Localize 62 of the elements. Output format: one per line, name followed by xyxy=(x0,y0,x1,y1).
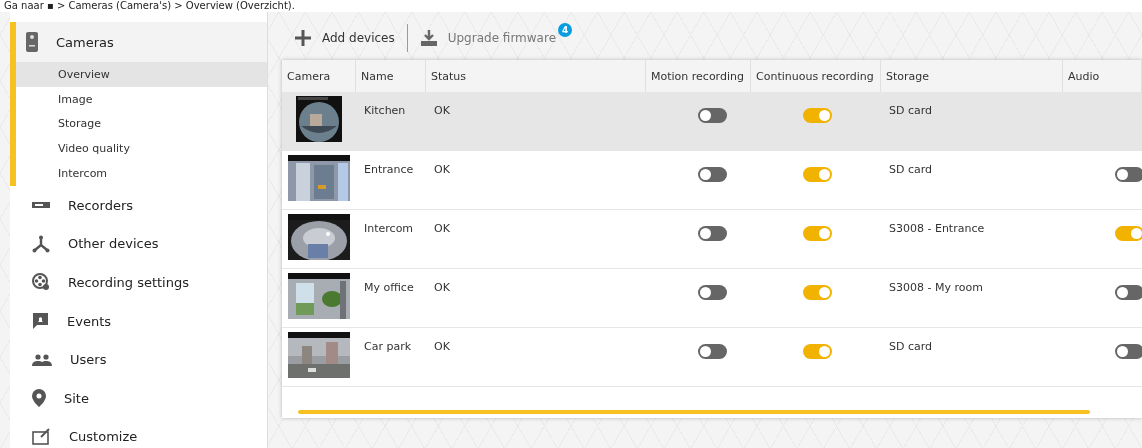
sidebar-item[interactable]: Events xyxy=(16,301,267,341)
sidebar-item[interactable]: Other devices xyxy=(16,224,267,264)
plus-icon xyxy=(294,29,312,47)
table-cell-text: Entrance xyxy=(363,162,415,178)
sidebar-item[interactable]: Recorders xyxy=(16,186,267,225)
table-row[interactable]: Intercom OK S3008 - Entrance xyxy=(282,210,1142,269)
upgrade-firmware-button[interactable]: Upgrade firmware xyxy=(415,29,561,47)
table-row[interactable]: Kitchen OK SD card xyxy=(282,92,1142,151)
table-cell-text: OK xyxy=(433,221,451,237)
network-icon xyxy=(32,234,50,253)
download-icon xyxy=(419,29,438,47)
toggle-switch[interactable] xyxy=(803,344,832,359)
table-cell-text: OK xyxy=(433,280,451,296)
table-cell-text: Kitchen xyxy=(363,103,407,119)
toggle-switch[interactable] xyxy=(1115,226,1142,241)
sidebar-subitem[interactable]: Storage xyxy=(16,111,267,137)
instruction-text: Ga naar ▪ > Cameras (Camera's) > Overview (Overzicht). xyxy=(3,0,296,12)
notification-icon xyxy=(32,312,49,331)
sidebar-item[interactable]: Site xyxy=(16,378,267,418)
toggle-switch[interactable] xyxy=(698,226,727,241)
customize-icon xyxy=(32,428,51,446)
table-row[interactable]: Entrance OK SD card xyxy=(282,151,1142,210)
table-cell-text: SD card xyxy=(888,339,934,355)
toggle-switch[interactable] xyxy=(1115,285,1142,300)
toggle-switch[interactable] xyxy=(698,167,727,182)
table-cell-text: OK xyxy=(433,162,451,178)
camera-icon xyxy=(26,32,38,52)
sidebar-subitem[interactable]: Overview xyxy=(16,62,267,87)
toggle-switch[interactable] xyxy=(803,285,832,300)
toggle-switch[interactable] xyxy=(698,108,727,123)
toggle-switch[interactable] xyxy=(803,167,832,182)
sidebar-item[interactable]: Customize xyxy=(16,417,267,448)
table-cell-text: S3008 - My room xyxy=(888,280,984,296)
scrollbar[interactable] xyxy=(298,410,1090,414)
table-row[interactable]: Car park OK SD card xyxy=(282,328,1142,387)
toggle-switch[interactable] xyxy=(803,108,832,123)
add-devices-button[interactable]: Add devices xyxy=(290,29,399,47)
sidebar-subitem[interactable]: Image xyxy=(16,86,267,112)
table-cell-text: My office xyxy=(363,280,415,296)
table-cell-text: Intercom xyxy=(363,221,415,237)
film-reel-icon xyxy=(32,273,50,292)
table-cell-text: S3008 - Entrance xyxy=(888,221,986,237)
table-cell-text: SD card xyxy=(888,162,934,178)
recorder-icon xyxy=(32,202,50,209)
sidebar-subitem[interactable]: Intercom xyxy=(16,161,267,186)
table-row[interactable]: My office OK S3008 - My room xyxy=(282,269,1142,328)
sidebar-item[interactable]: Recording settings xyxy=(16,263,267,302)
toggle-switch[interactable] xyxy=(803,226,832,241)
toggle-switch[interactable] xyxy=(698,344,727,359)
table-cell-text: OK xyxy=(433,103,451,119)
sidebar-item[interactable]: Cameras xyxy=(16,22,267,62)
toggle-switch[interactable] xyxy=(698,285,727,300)
table-cell-text: Car park xyxy=(363,339,413,355)
toggle-switch[interactable] xyxy=(1115,344,1142,359)
table-cell-text: OK xyxy=(433,339,451,355)
table-cell-text: SD card xyxy=(888,103,934,119)
toggle-switch[interactable] xyxy=(1115,167,1142,182)
location-pin-icon xyxy=(32,389,46,408)
sidebar-subitem[interactable]: Video quality xyxy=(16,136,267,162)
sidebar-item[interactable]: Users xyxy=(16,340,267,379)
count-badge: 4 xyxy=(558,23,573,37)
users-icon xyxy=(32,353,52,366)
